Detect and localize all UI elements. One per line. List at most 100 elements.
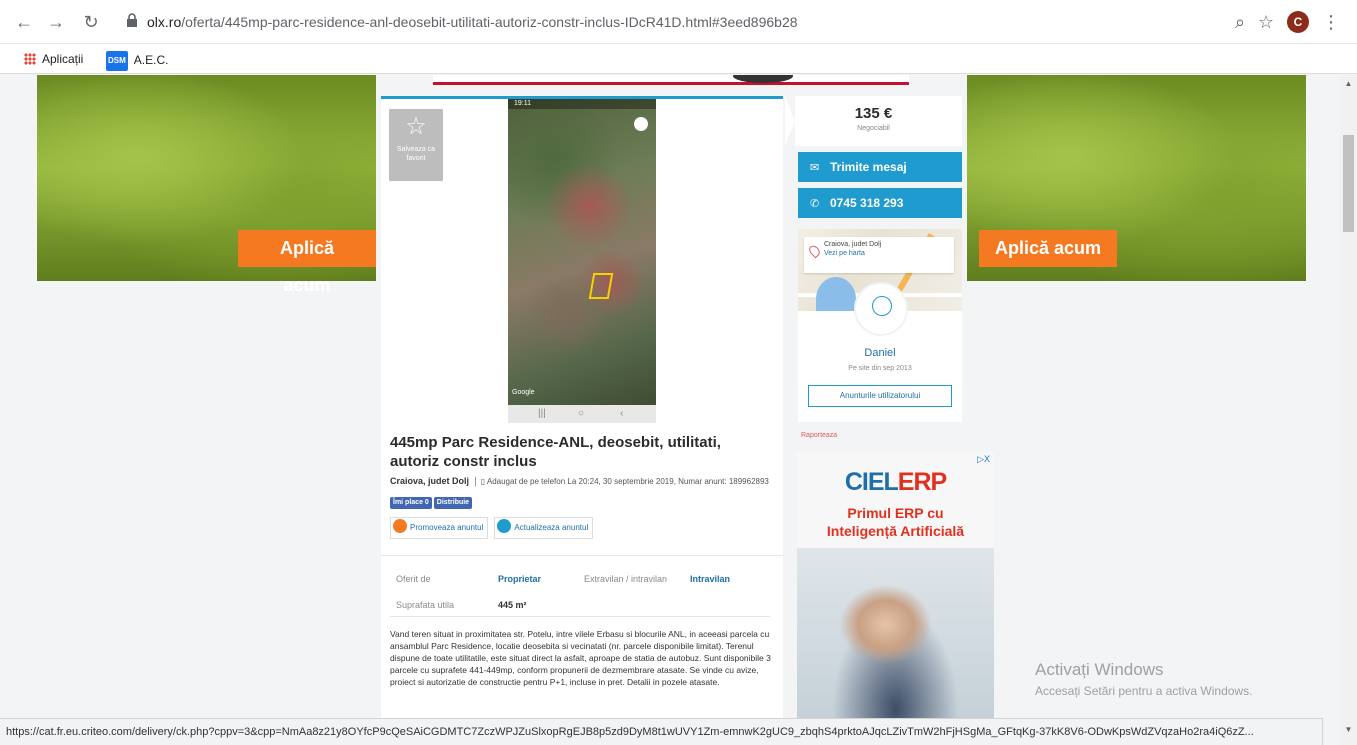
phone-status-bar: 19:11	[508, 99, 656, 109]
apply-now-button-left[interactable]: Aplică acum	[238, 230, 376, 295]
param-value-area: 445 m²	[498, 600, 527, 610]
vertical-scrollbar[interactable]: ▲ ▼	[1340, 75, 1357, 745]
adchoices-icon[interactable]: ▷X	[977, 454, 990, 465]
param-value-offered-by[interactable]: Proprietar	[498, 574, 541, 584]
listing-card: ☆ Salveaza ca favorit 19:11 Google ||| ○…	[381, 96, 783, 718]
price-box: 135 € Negociabil	[785, 96, 962, 146]
ad-banner-left[interactable]: Aplică acum	[37, 75, 376, 295]
facebook-row: Îmi place 0 Distribuie	[390, 491, 474, 509]
bookmark-label: A.E.C.	[133, 53, 169, 67]
param-label-zoning: Extravilan / intravilan	[584, 574, 668, 584]
url-host: olx.ro	[147, 14, 182, 30]
listing-title: 445mp Parc Residence-ANL, deosebit, util…	[390, 434, 721, 470]
menu-kebab-icon[interactable]: ⋮	[1319, 10, 1343, 34]
watermark-line1: Activați Windows	[1035, 660, 1164, 679]
ad-brand-ciel: CIEL	[844, 468, 899, 496]
listing-location: Craiova, judet Dolj	[390, 476, 470, 486]
send-message-button[interactable]: ✉ Trimite mesaj	[798, 152, 962, 182]
param-value-zoning[interactable]: Intravilan	[690, 574, 730, 584]
profile-avatar[interactable]: C	[1287, 11, 1309, 33]
zoom-icon[interactable]: ⌕	[1228, 10, 1252, 34]
divider	[381, 555, 783, 556]
lock-icon	[127, 13, 137, 27]
ad-tagline-line1: Primul ERP cu	[847, 505, 944, 521]
favorite-label: Salveaza ca favorit	[396, 146, 436, 162]
scroll-up-icon[interactable]: ▲	[1340, 77, 1357, 91]
listing-description: Vand teren situat in proximitatea str. P…	[390, 629, 771, 687]
phone-nav-bar: ||| ○ ‹	[508, 405, 656, 423]
ad-tagline: Primul ERP cu Inteligență Artificială	[797, 504, 994, 540]
apply-now-button-right[interactable]: Aplică acum	[979, 230, 1118, 267]
param-label-offered-by: Oferit de	[396, 574, 431, 584]
browser-toolbar: ← → ↻ olx.ro/oferta/445mp-parc-residence…	[0, 0, 1357, 44]
envelope-icon: ✉	[810, 162, 820, 174]
negotiable-label: Negociabil	[857, 125, 890, 132]
promo-row: Promoveaza anuntul Actualizeaza anuntul	[390, 517, 599, 543]
status-bar-url: https://cat.fr.eu.criteo.com/delivery/ck…	[0, 718, 1323, 745]
url-path: /oferta/445mp-parc-residence-anl-deosebi…	[181, 14, 798, 30]
forward-icon[interactable]: →	[44, 10, 68, 34]
home-circle-icon: ○	[578, 408, 585, 419]
tire-image	[733, 75, 793, 83]
phone-icon: ▯	[480, 477, 486, 486]
kite-icon	[393, 519, 407, 533]
ad-photo	[797, 548, 994, 718]
phone-icon: ✆	[810, 198, 820, 210]
ad-brand-erp: ERP	[897, 468, 947, 496]
divider	[390, 616, 770, 617]
reload-icon[interactable]: ↻	[79, 10, 103, 34]
promote-label: Promoveaza anuntul	[410, 523, 484, 532]
windows-activation-watermark: Activați Windows Accesați Setări pentru …	[1035, 660, 1252, 698]
ad-banner-right[interactable]: Aplică acum	[967, 75, 1306, 281]
location-card: Craiova, judet Dolj Vezi pe harta	[804, 237, 954, 273]
star-bookmark-icon[interactable]: ☆	[1254, 10, 1278, 34]
seller-since: Pe site din sep 2013	[848, 365, 912, 372]
bookmark-aec[interactable]: DSM A.E.C.	[106, 51, 169, 71]
location-pin-icon	[807, 243, 822, 259]
top-ad-strip[interactable]	[433, 75, 909, 85]
phone-number: 0745 318 293	[830, 196, 904, 210]
google-label: Google	[512, 389, 535, 396]
seller-box: Craiova, judet Dolj Vezi pe harta Daniel…	[798, 229, 962, 422]
refresh-label: Actualizeaza anuntul	[514, 523, 589, 532]
ad-tagline-line2: Inteligență Artificială	[826, 523, 965, 539]
scroll-down-icon[interactable]: ▼	[1340, 723, 1357, 737]
report-link[interactable]: Raporteaza	[801, 432, 837, 439]
fb-share-button[interactable]: Distribuie	[433, 497, 473, 509]
show-phone-button[interactable]: ✆ 0745 318 293	[798, 188, 962, 218]
scroll-thumb[interactable]	[1343, 135, 1354, 232]
recent-apps-icon: |||	[538, 408, 546, 419]
favorite-button[interactable]: ☆ Salveaza ca favorit	[389, 109, 443, 181]
param-label-area: Suprafata utila	[396, 600, 455, 610]
address-bar[interactable]: olx.ro/oferta/445mp-parc-residence-anl-d…	[147, 8, 1347, 36]
refresh-icon	[497, 519, 512, 533]
ciel-erp-ad[interactable]: ▷X CIELERP Primul ERP cu Inteligență Art…	[797, 452, 994, 718]
map-water	[816, 277, 856, 311]
price-notch	[785, 96, 795, 146]
dsm-icon: DSM	[106, 51, 128, 71]
promote-button[interactable]: Promoveaza anuntul	[390, 517, 489, 539]
listing-meta: Craiova, judet Dolj │ ▯ Adaugat de pe te…	[390, 476, 769, 486]
listing-photo[interactable]: 19:11 Google	[508, 99, 656, 405]
back-icon[interactable]: ←	[12, 10, 36, 34]
plot-outline	[588, 273, 614, 299]
listing-meta-text: Adaugat de pe telefon La 20:24, 30 septe…	[486, 477, 769, 486]
send-message-label: Trimite mesaj	[830, 160, 907, 174]
seller-avatar-icon	[856, 284, 906, 334]
refresh-button[interactable]: Actualizeaza anuntul	[494, 517, 594, 539]
seller-name[interactable]: Daniel	[798, 347, 962, 359]
ad-logo: CIELERP	[797, 468, 994, 497]
watermark-line2: Accesați Setări pentru a activa Windows.	[1035, 684, 1253, 698]
back-chevron-icon: ‹	[620, 408, 624, 419]
page-content: Aplică acum Aplică acum ☆ Salveaza ca fa…	[0, 75, 1340, 718]
price: 135 €	[854, 105, 893, 122]
bookmark-label: Aplicații	[42, 52, 84, 66]
map-location-icon	[634, 117, 648, 131]
seller-city: Craiova, judet Dolj	[824, 241, 882, 248]
bookmarks-bar: Aplicații DSM A.E.C.	[0, 44, 1357, 74]
star-icon: ☆	[405, 113, 427, 140]
view-on-map-link[interactable]: Vezi pe harta	[824, 250, 954, 257]
fb-like-button[interactable]: Îmi place 0	[390, 497, 432, 509]
bookmark-apps[interactable]: Aplicații	[24, 51, 83, 67]
seller-ads-button[interactable]: Anunturile utilizatorului	[808, 385, 952, 407]
